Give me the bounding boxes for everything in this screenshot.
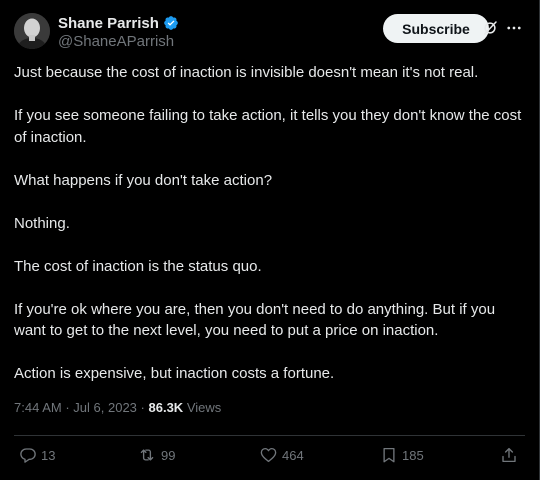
author-name[interactable]: Shane Parrish [58, 15, 159, 32]
post-card: Shane Parrish @ShaneAParrish Subscribe J… [0, 0, 540, 480]
reply-count: 13 [41, 447, 56, 463]
post-time[interactable]: 7:44 AM [14, 400, 62, 415]
like-button[interactable]: 464 [259, 444, 304, 466]
subscribe-button[interactable]: Subscribe [383, 14, 489, 43]
views-count: 86.3K [148, 400, 184, 415]
repost-count: 99 [161, 447, 176, 463]
bookmark-count: 185 [402, 447, 424, 463]
post-paragraph: Action is expensive, but inaction costs … [14, 365, 335, 382]
views-label: Views [186, 400, 222, 415]
share-icon [502, 447, 516, 463]
post-text: Just because the cost of inaction is inv… [14, 62, 526, 385]
avatar[interactable] [14, 13, 50, 49]
post-paragraph: Nothing. [14, 214, 70, 232]
bookmark-icon [383, 447, 395, 463]
post-paragraph: Just because the cost of inaction is inv… [14, 64, 479, 81]
share-button[interactable] [500, 444, 518, 466]
reply-icon [20, 448, 36, 463]
post-meta: 7:44 AM · Jul 6, 2023 · 86.3K Views [14, 400, 221, 415]
reply-button[interactable]: 13 [19, 444, 55, 466]
repost-button[interactable]: 99 [137, 444, 175, 466]
heart-icon [260, 447, 277, 463]
avatar-image [14, 13, 50, 49]
post-date[interactable]: Jul 6, 2023 [73, 400, 137, 415]
post-paragraph: If you see someone failing to take actio… [14, 107, 522, 146]
grok-icon[interactable] [481, 19, 499, 37]
post-paragraph: What happens if you don't take action? [14, 171, 273, 189]
meta-separator: · [140, 400, 145, 415]
divider [14, 435, 525, 436]
post-paragraph: The cost of inaction is the status quo. [14, 257, 262, 275]
post-paragraph: If you're ok where you are, then you don… [14, 300, 496, 340]
action-bar: 13 99 464 185 [14, 444, 525, 466]
meta-separator: · [65, 400, 70, 415]
post-header: Shane Parrish @ShaneAParrish Subscribe [14, 12, 525, 52]
more-icon[interactable] [505, 19, 523, 37]
repost-icon [140, 449, 154, 461]
bookmark-button[interactable]: 185 [380, 444, 424, 466]
author-handle[interactable]: @ShaneAParrish [58, 33, 179, 50]
like-count: 464 [282, 447, 304, 463]
verified-badge-icon [164, 16, 178, 30]
author-block: Shane Parrish @ShaneAParrish [58, 14, 179, 50]
